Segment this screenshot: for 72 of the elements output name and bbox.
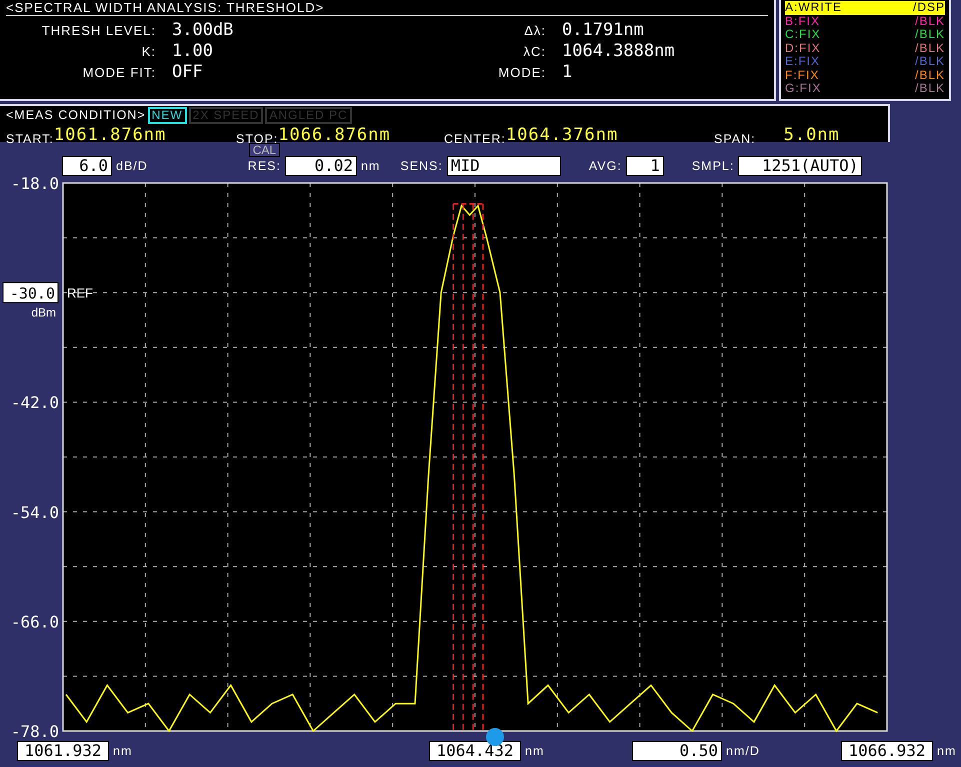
setting-label: RES:	[248, 158, 281, 176]
reference-label: REF	[67, 286, 93, 301]
condition-label: SPAN:	[714, 130, 756, 148]
parameter-value: 3.00dB	[172, 18, 234, 42]
reference-level-field: -30.0	[2, 282, 58, 304]
trace-mode: /BLK	[914, 55, 945, 68]
y-axis-label: -18.0	[10, 176, 59, 193]
resolution-field: 0.02	[284, 156, 357, 176]
parameter-label: Δλ:	[523, 22, 546, 40]
unit-label: nm	[113, 742, 132, 760]
trace-label: B:FIX	[785, 14, 820, 28]
y-axis-label: -54.0	[10, 502, 59, 522]
y-axis-label: -42.0	[10, 393, 59, 412]
center-wavelength-field: 1064.432	[429, 741, 521, 761]
condition-label: CENTER:	[444, 130, 506, 148]
parameter-label: THRESH LEVEL:	[40, 22, 156, 40]
parameter-label: K:	[140, 42, 156, 61]
trace-item[interactable]: G:FIX /BLK	[785, 82, 945, 96]
trace-mode: /BLK	[914, 28, 945, 42]
trace-mode: /BLK	[914, 14, 945, 28]
calibration-indicator: CAL	[248, 143, 280, 158]
trace-item[interactable]: B:FIX /BLK	[785, 14, 945, 28]
parameter-value: 1.00	[172, 40, 213, 63]
average-field: 1	[626, 156, 664, 176]
unit-label: nm	[525, 742, 544, 760]
trace-label: E:FIX	[785, 55, 820, 68]
condition-flag: NEW	[148, 106, 187, 124]
parameter-label: MODE FIT:	[82, 64, 156, 82]
trace-label: F:FIX	[785, 68, 820, 82]
sensitivity-field: MID	[446, 156, 561, 176]
trace-label: C:FIX	[785, 28, 821, 42]
trace-mode: /DSP	[912, 1, 945, 14]
analysis-title: <SPECTRAL WIDTH ANALYSIS: THRESHOLD>	[6, 0, 768, 16]
condition-label: STOP:	[236, 130, 278, 146]
trace-item[interactable]: F:FIX /BLK	[785, 68, 945, 82]
parameter-value: 1	[562, 60, 572, 84]
unit-label: dB/D	[116, 158, 148, 176]
trace-label: G:FIX	[785, 82, 822, 96]
parameter-value: 0.1791nm	[562, 18, 644, 42]
parameter-label: MODE:	[497, 64, 546, 82]
condition-value: 5.0nm	[784, 124, 840, 147]
unit-label: dBm	[31, 306, 56, 320]
setting-label: AVG:	[588, 158, 622, 176]
parameter-label: λC:	[522, 42, 546, 61]
setting-label: SENS:	[400, 158, 443, 176]
trace-label: A:WRITE	[785, 1, 842, 14]
trace-mode: /BLK	[914, 42, 945, 55]
start-wavelength-field: 1061.932	[17, 741, 109, 761]
stop-wavelength-field: 1066.932	[841, 741, 933, 761]
unit-label: nm	[937, 742, 956, 760]
trace-item[interactable]: A:WRITE /DSP	[785, 1, 945, 14]
scale-field: 6.0	[62, 156, 112, 176]
trace-mode: /BLK	[914, 68, 945, 82]
parameter-value: OFF	[172, 60, 203, 84]
unit-label: nm	[360, 158, 380, 176]
parameter-value: 1064.3888nm	[562, 40, 675, 63]
trace-item[interactable]: D:FIX /BLK	[785, 42, 945, 55]
trace-item[interactable]: C:FIX /BLK	[785, 28, 945, 42]
scale-per-division-field: 0.50	[632, 741, 722, 761]
y-axis-label: -66.0	[10, 612, 59, 632]
section-title: <MEAS CONDITION>	[6, 107, 146, 124]
unit-label: nm/D	[726, 742, 760, 760]
sampling-field: 1251(AUTO)	[738, 156, 862, 176]
setting-label: SMPL:	[692, 158, 734, 176]
condition-value: 1064.376nm	[506, 124, 618, 147]
condition-value: 1066.876nm	[278, 124, 391, 147]
condition-value: 1061.876nm	[54, 124, 166, 147]
condition-label: START:	[6, 130, 54, 148]
trace-item[interactable]: E:FIX /BLK	[785, 55, 945, 68]
trace-mode: /BLK	[914, 82, 945, 96]
trace-label: D:FIX	[785, 42, 821, 55]
y-axis-label: -78.0	[10, 722, 59, 738]
